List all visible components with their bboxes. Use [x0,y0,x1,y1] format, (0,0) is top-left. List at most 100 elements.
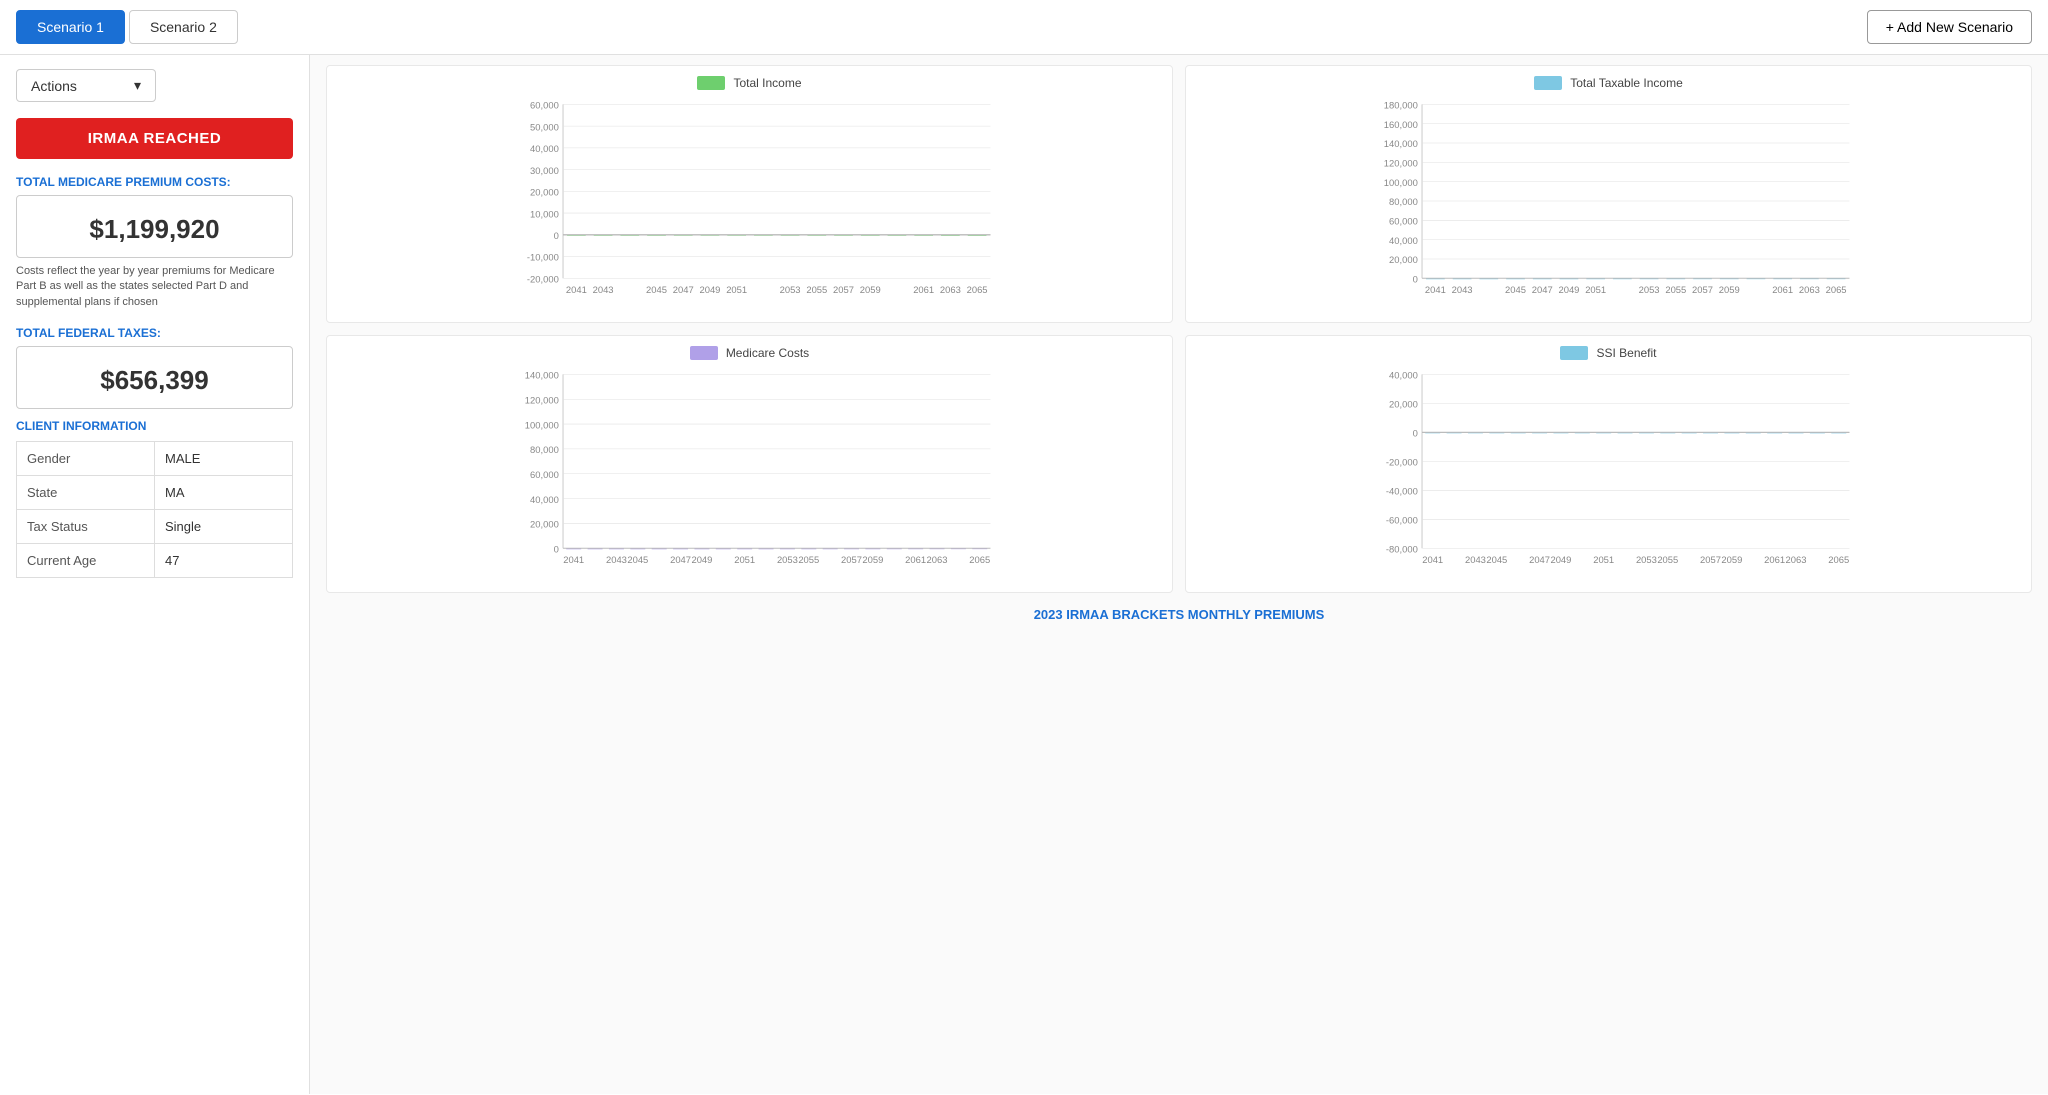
svg-text:2049: 2049 [699,284,720,295]
svg-text:2043: 2043 [1452,284,1473,295]
chart-bottom-left: Medicare Costs 140,000120,000100,00080,0… [326,335,1173,593]
svg-text:2065: 2065 [1826,284,1847,295]
chart-title-row: SSI Benefit [1200,346,2017,360]
svg-text:2065: 2065 [967,284,988,295]
svg-text:0: 0 [554,543,559,554]
legend-color [1560,346,1588,360]
svg-text:-40,000: -40,000 [1386,486,1418,497]
svg-text:2043: 2043 [1465,554,1486,565]
svg-text:2049: 2049 [1558,284,1579,295]
dropdown-arrow-icon: ▾ [134,77,141,94]
main-layout: Actions ▾ IRMAA REACHED TOTAL MEDICARE P… [0,55,2048,1094]
svg-text:2041: 2041 [563,554,584,565]
chart-title: SSI Benefit [1596,346,1656,360]
svg-text:160,000: 160,000 [1384,119,1418,130]
svg-text:40,000: 40,000 [1389,235,1418,246]
svg-text:10,000: 10,000 [530,208,559,219]
medicare-premium-label: TOTAL MEDICARE PREMIUM COSTS: [16,175,293,189]
svg-text:60,000: 60,000 [1389,216,1418,227]
client-table-row: GenderMALE [17,442,293,476]
svg-text:-20,000: -20,000 [527,273,559,284]
svg-text:2043: 2043 [593,284,614,295]
tabs: Scenario 1 Scenario 2 [16,10,238,44]
svg-text:2047: 2047 [673,284,694,295]
svg-text:-20,000: -20,000 [1386,457,1418,468]
client-value: Single [155,510,293,544]
svg-text:2057: 2057 [1692,284,1713,295]
client-field: State [17,476,155,510]
svg-text:-10,000: -10,000 [527,252,559,263]
chart-svg-wrap: 60,00050,00040,00030,00020,00010,0000-10… [341,96,1158,316]
chart-top-left: Total Income 60,00050,00040,00030,00020,… [326,65,1173,323]
legend-color [697,76,725,90]
charts-area: Total Income 60,00050,00040,00030,00020,… [310,55,2048,1094]
svg-text:50,000: 50,000 [530,121,559,132]
chart-top-right: Total Taxable Income 180,000160,000140,0… [1185,65,2032,323]
svg-text:2055: 2055 [806,284,827,295]
svg-text:2045: 2045 [646,284,667,295]
svg-text:2065: 2065 [1828,554,1849,565]
svg-text:120,000: 120,000 [525,394,559,405]
svg-text:2047: 2047 [1529,554,1550,565]
chart-title-row: Total Income [341,76,1158,90]
client-info-table: GenderMALEStateMATax StatusSingleCurrent… [16,441,293,578]
sidebar: Actions ▾ IRMAA REACHED TOTAL MEDICARE P… [0,55,310,1094]
client-value: MALE [155,442,293,476]
tab-scenario1[interactable]: Scenario 1 [16,10,125,44]
svg-text:2049: 2049 [691,554,712,565]
svg-text:2041: 2041 [566,284,587,295]
client-table-row: StateMA [17,476,293,510]
client-value: MA [155,476,293,510]
actions-dropdown[interactable]: Actions ▾ [16,69,156,102]
chart-title: Total Income [733,76,801,90]
svg-text:2059: 2059 [1719,284,1740,295]
chart-bottom-right: SSI Benefit 40,00020,0000-20,000-40,000-… [1185,335,2032,593]
svg-text:2045: 2045 [1505,284,1526,295]
svg-text:2057: 2057 [1700,554,1721,565]
svg-text:-80,000: -80,000 [1386,543,1418,554]
svg-text:2047: 2047 [1532,284,1553,295]
svg-text:2053: 2053 [1636,554,1657,565]
chart-svg: 60,00050,00040,00030,00020,00010,0000-10… [341,96,1158,316]
svg-text:2053: 2053 [777,554,798,565]
svg-text:0: 0 [1413,273,1418,284]
medicare-premium-box: $1,199,920 [16,195,293,258]
svg-text:2059: 2059 [860,284,881,295]
actions-label: Actions [31,78,77,94]
svg-text:2045: 2045 [1486,554,1507,565]
svg-text:2041: 2041 [1425,284,1446,295]
medicare-cost-note: Costs reflect the year by year premiums … [16,264,293,310]
svg-text:2063: 2063 [1786,554,1807,565]
chart-svg-wrap: 140,000120,000100,00080,00060,00040,0002… [341,366,1158,586]
svg-text:2065: 2065 [969,554,990,565]
svg-text:120,000: 120,000 [1384,158,1418,169]
svg-text:20,000: 20,000 [1389,254,1418,265]
irmaa-banner: IRMAA REACHED [16,118,293,159]
svg-text:0: 0 [554,230,559,241]
svg-text:2047: 2047 [670,554,691,565]
federal-taxes-box: $656,399 [16,346,293,409]
svg-text:140,000: 140,000 [525,370,559,381]
svg-text:2053: 2053 [780,284,801,295]
legend-color [1534,76,1562,90]
legend-color [690,346,718,360]
irmaa-brackets-label: 2023 IRMAA BRACKETS MONTHLY PREMIUMS [326,601,2032,628]
svg-text:20,000: 20,000 [530,187,559,198]
add-scenario-button[interactable]: + Add New Scenario [1867,10,2032,44]
tab-scenario2[interactable]: Scenario 2 [129,10,238,44]
chart-title-row: Medicare Costs [341,346,1158,360]
svg-text:60,000: 60,000 [530,469,559,480]
client-field: Current Age [17,544,155,578]
client-value: 47 [155,544,293,578]
svg-text:2061: 2061 [913,284,934,295]
federal-taxes-value: $656,399 [27,365,282,396]
svg-text:0: 0 [1413,428,1418,439]
svg-text:2053: 2053 [1639,284,1660,295]
svg-text:2063: 2063 [1799,284,1820,295]
svg-text:20,000: 20,000 [1389,399,1418,410]
svg-text:2041: 2041 [1422,554,1443,565]
svg-text:2051: 2051 [726,284,747,295]
svg-text:2043: 2043 [606,554,627,565]
svg-text:2049: 2049 [1550,554,1571,565]
chart-title: Medicare Costs [726,346,809,360]
